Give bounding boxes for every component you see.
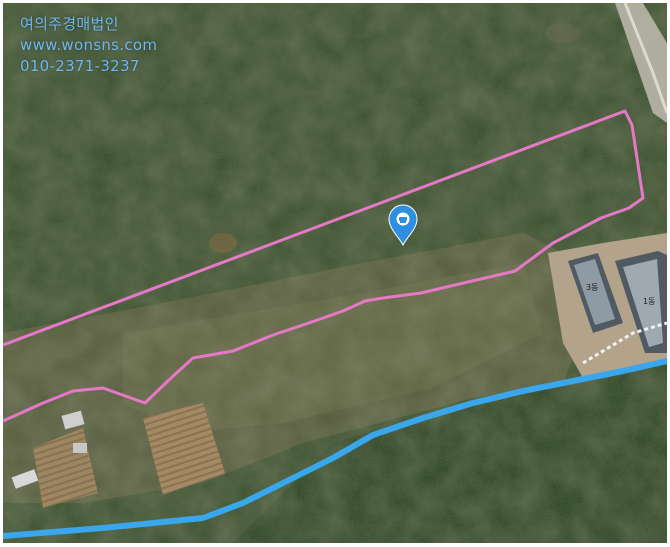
clearing xyxy=(545,23,581,43)
watermark-website[interactable]: www.wonsns.com xyxy=(20,35,157,56)
watermark: 여의주경매법인 www.wonsns.com 010-2371-3237 xyxy=(20,14,157,77)
map-canvas xyxy=(3,3,667,543)
watermark-company: 여의주경매법인 xyxy=(20,15,119,33)
clearing xyxy=(209,233,237,253)
building-label-left: 3동 xyxy=(586,283,599,292)
satellite-map[interactable]: 3동 1동 여의주경매법인 www.wonsns.com 010-2371-32… xyxy=(3,3,667,543)
building-label-right: 1동 xyxy=(643,297,656,306)
watermark-phone: 010-2371-3237 xyxy=(20,57,140,75)
